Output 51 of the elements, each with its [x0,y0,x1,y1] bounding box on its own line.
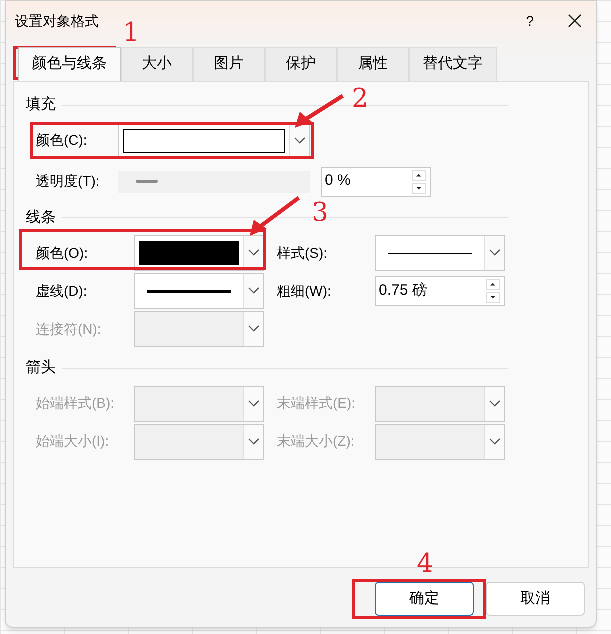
field-label: 虚线(D): [36,282,88,301]
dropdown[interactable] [134,235,264,271]
dialog-button[interactable]: 取消 [486,582,585,616]
spin-up-icon[interactable] [486,279,500,290]
field-label: 始端大小(I): [36,432,110,451]
arrow [295,94,344,128]
slider-thumb[interactable] [136,180,158,182]
spin-down-icon[interactable] [486,292,500,303]
tab[interactable]: 替代文字 [409,47,497,81]
spin-down-icon[interactable] [412,182,426,194]
spinner-field[interactable]: 0 % [321,166,431,196]
chevron-down-icon [248,249,260,257]
chevron-down-icon [248,325,260,333]
step-number: 1 [123,20,140,46]
slider-track[interactable] [118,170,310,192]
section-heading: 填充 [26,95,56,115]
field-label: 颜色(C): [36,131,88,150]
arrow [250,196,300,236]
dropdown[interactable] [134,273,264,309]
chevron-down-icon [248,287,260,295]
chevron-down-icon [488,438,500,446]
dialog-button[interactable]: 确定 [375,582,474,616]
field-label: 粗细(W): [277,282,332,301]
section-heading: 线条 [26,208,56,228]
step-number: 3 [312,200,329,226]
step-number: 2 [352,86,369,112]
field-label: 始端样式(B): [36,394,116,413]
field-label: 连接符(N): [36,320,102,339]
tab[interactable]: 大小 [121,47,193,81]
help-button[interactable]: ? [526,10,534,32]
close-icon[interactable] [568,14,582,28]
dropdown[interactable] [375,235,505,271]
spin-up-icon[interactable] [412,170,426,180]
window-title: 设置对象格式 [15,12,99,30]
chevron-down-icon [248,438,260,446]
chevron-down-icon [488,400,500,408]
tab[interactable]: 图片 [193,47,265,81]
field-label: 末端样式(E): [277,394,357,413]
step-number: 4 [417,551,434,577]
field-label: 透明度(T): [36,172,101,191]
chevron-down-icon [488,249,500,257]
spinner-field[interactable]: 0.75 磅 [375,276,505,306]
field-label: 样式(S): [277,244,329,263]
section-heading: 箭头 [26,358,56,378]
tab[interactable]: 属性 [337,47,409,81]
tab[interactable]: 颜色与线条 [18,47,121,81]
chevron-down-icon [248,400,260,408]
field-label: 颜色(O): [36,244,90,263]
chevron-down-icon [294,136,306,144]
field-label: 末端大小(Z): [277,432,356,451]
tab[interactable]: 保护 [265,47,337,81]
